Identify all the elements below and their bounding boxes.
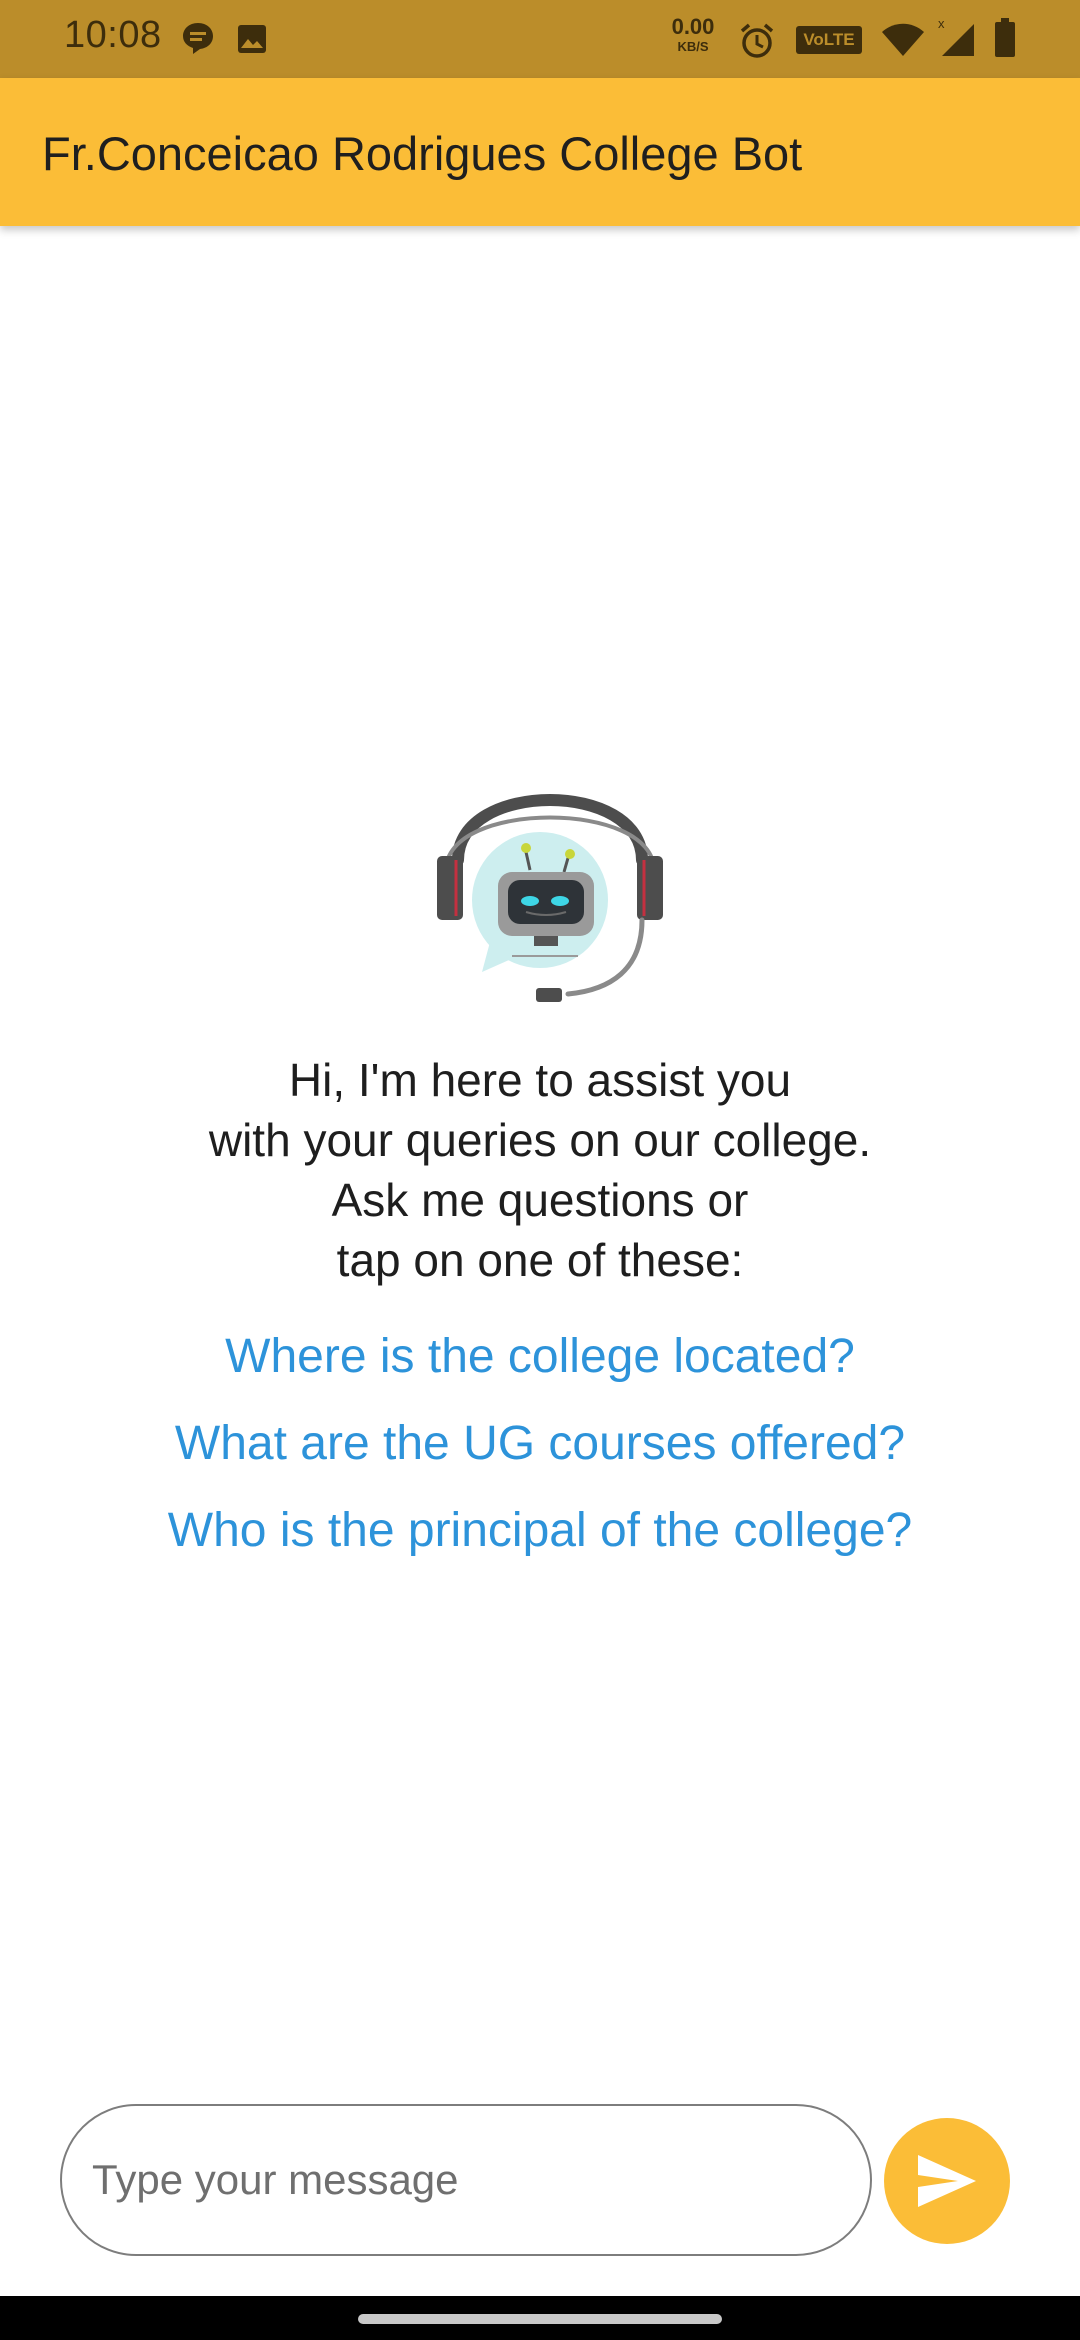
suggestion-principal[interactable]: Who is the principal of the college?	[60, 1501, 1020, 1561]
chat-bubble-icon	[183, 23, 213, 54]
chat-screen: 10:08 0.00 KB/S VoLTE x Fr.Conceicao Rod…	[0, 0, 1080, 2340]
svg-text:x: x	[938, 16, 945, 31]
welcome-line: Hi, I'm here to assist you	[288, 1054, 792, 1106]
support-bot-icon	[437, 794, 663, 1002]
app-title: Fr.Conceicao Rodrigues College Bot	[42, 127, 803, 180]
home-gesture-handle[interactable]	[358, 2314, 722, 2324]
battery-icon	[995, 18, 1015, 57]
welcome-message: Hi, I'm here to assist you with your que…	[90, 1050, 990, 1290]
welcome-line: with your queries on our college.	[208, 1114, 872, 1166]
suggestion-college-location[interactable]: Where is the college located?	[60, 1327, 1020, 1387]
status-bar: 10:08 0.00 KB/S VoLTE x	[0, 0, 1080, 78]
net-speed-value: 0.00	[671, 14, 715, 39]
status-time: 10:08	[64, 14, 162, 56]
suggestion-list: Where is the college located? What are t…	[60, 1327, 1020, 1588]
system-nav-bar	[0, 2296, 1080, 2340]
net-speed: 0.00 KB/S	[668, 14, 718, 54]
wifi-icon	[882, 23, 924, 56]
volte-icon: VoLTE	[796, 26, 862, 54]
send-button[interactable]	[884, 2118, 1010, 2244]
net-speed-unit: KB/S	[677, 39, 709, 54]
volte-label: VoLTE	[803, 30, 855, 49]
message-input[interactable]	[60, 2104, 872, 2256]
suggestion-ug-courses[interactable]: What are the UG courses offered?	[60, 1414, 1020, 1474]
cell-signal-icon: x	[938, 16, 974, 56]
welcome-line: tap on one of these:	[336, 1234, 744, 1286]
app-bar: Fr.Conceicao Rodrigues College Bot	[0, 78, 1080, 226]
welcome-line: Ask me questions or	[331, 1174, 749, 1226]
image-icon	[238, 25, 266, 53]
alarm-icon	[740, 23, 774, 58]
send-icon	[918, 2155, 976, 2207]
